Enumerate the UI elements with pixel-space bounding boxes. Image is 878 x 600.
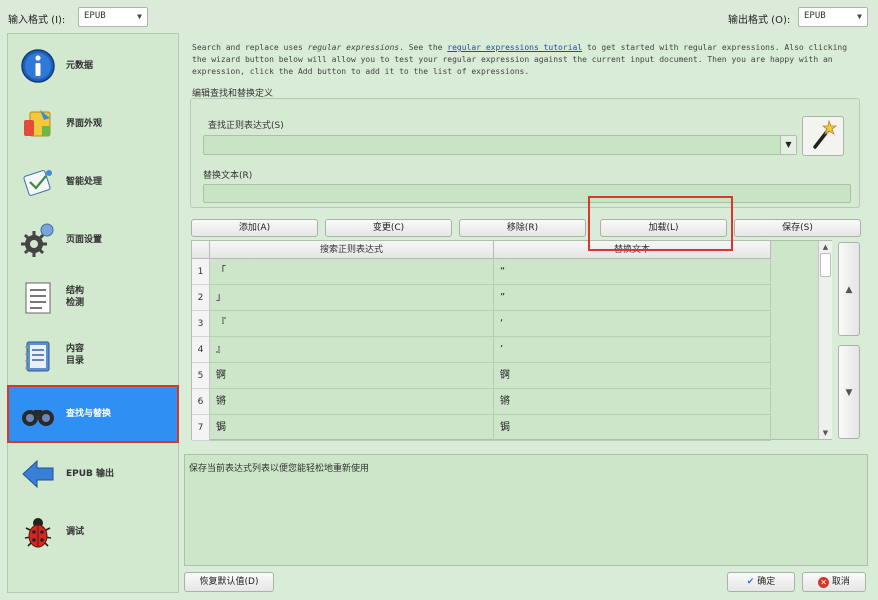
triangle-up-icon: ▲ — [845, 285, 853, 295]
row-number: 1 — [192, 259, 210, 285]
scroll-down-icon[interactable]: ▼ — [819, 427, 832, 439]
replace-label: 替换文本(R) — [203, 171, 253, 181]
replace-cell[interactable]: ’ — [494, 337, 771, 363]
search-cell[interactable]: 「 — [210, 259, 494, 285]
sidebar-item-label: 结构 检测 — [66, 286, 85, 308]
sidebar-item-heuristic[interactable]: 智能处理 — [8, 154, 178, 210]
output-format-label: 输出格式 (O): — [728, 15, 791, 26]
sidebar-item-label: 页面设置 — [66, 235, 103, 245]
load-button-highlight — [588, 196, 733, 251]
regex-label: 查找正则表达式(S) — [208, 121, 284, 131]
replace-cell[interactable]: 锕 — [494, 363, 771, 389]
expressions-table: 搜索正则表达式 替换文本 1 「 “ 2 」 ” 3 『 ‘ 4 』 ’ 5 锕… — [191, 240, 832, 441]
cancel-button[interactable]: ✕ 取消 — [802, 572, 866, 592]
replace-cell[interactable]: ” — [494, 285, 771, 311]
row-number: 5 — [192, 363, 210, 389]
structure-icon — [25, 282, 51, 314]
sidebar-item-metadata[interactable]: 元数据 — [8, 38, 178, 94]
ok-button[interactable]: ✔ 确定 — [727, 572, 795, 592]
look-and-feel-icon — [24, 110, 51, 137]
add-button[interactable]: 添加(A) — [191, 219, 318, 237]
restore-defaults-button[interactable]: 恢复默认值(D) — [184, 572, 274, 592]
search-cell[interactable]: 锵 — [210, 389, 494, 415]
info-icon — [21, 49, 55, 83]
sidebar-item-label: 查找与替换 — [66, 409, 112, 419]
help-text-box: 保存当前表达式列表以便您能轻松地重新使用 — [184, 454, 868, 566]
row-number: 7 — [192, 415, 210, 441]
sidebar: 元数据 界面外观 智能处理 页面设置 结构 检测 内容 目录 查找与替换 EPU… — [7, 33, 179, 593]
move-up-button[interactable]: ▲ — [838, 242, 860, 336]
sidebar-item-label: 调试 — [66, 527, 85, 537]
ok-label: 确定 — [757, 577, 776, 587]
sidebar-item-label: 智能处理 — [66, 177, 103, 187]
input-format-select[interactable]: EPUB ▼ — [78, 7, 148, 27]
sidebar-item-label: EPUB 输出 — [66, 469, 115, 479]
scroll-up-icon[interactable]: ▲ — [819, 241, 832, 253]
input-format-label: 输入格式 (I): — [8, 15, 66, 26]
toc-icon — [25, 341, 50, 372]
regex-input[interactable]: ▼ — [203, 135, 797, 155]
table-row[interactable]: 6 锵 锵 — [192, 389, 819, 415]
save-button[interactable]: 保存(S) — [734, 219, 861, 237]
help-text: 保存当前表达式列表以便您能轻松地重新使用 — [189, 464, 370, 474]
binoculars-icon — [22, 410, 54, 426]
search-cell[interactable]: 锕 — [210, 363, 494, 389]
sidebar-item-label: 界面外观 — [66, 119, 103, 129]
sidebar-item-label: 元数据 — [66, 61, 94, 71]
triangle-down-icon: ▼ — [845, 388, 853, 398]
row-number: 4 — [192, 337, 210, 363]
row-number: 6 — [192, 389, 210, 415]
chevron-down-icon[interactable]: ▼ — [780, 136, 796, 154]
sidebar-item-epub-output[interactable]: EPUB 输出 — [8, 446, 178, 502]
search-cell[interactable]: 」 — [210, 285, 494, 311]
remove-button[interactable]: 移除(R) — [459, 219, 586, 237]
table-row[interactable]: 4 』 ’ — [192, 337, 819, 363]
table-row[interactable]: 7 锔 锔 — [192, 415, 819, 441]
column-header-search[interactable]: 搜索正则表达式 — [210, 241, 494, 259]
table-row[interactable]: 5 锕 锕 — [192, 363, 819, 389]
sidebar-item-label: 内容 目录 — [66, 344, 85, 366]
row-number: 3 — [192, 311, 210, 337]
sidebar-item-debug[interactable]: 调试 — [8, 504, 178, 560]
output-format-value: EPUB — [804, 11, 826, 21]
sidebar-item-look-and-feel[interactable]: 界面外观 — [8, 96, 178, 152]
description-text: Search and replace uses regular expressi… — [192, 43, 848, 76]
row-number: 2 — [192, 285, 210, 311]
bug-icon — [24, 518, 52, 548]
table-row[interactable]: 3 『 ‘ — [192, 311, 819, 337]
sidebar-item-toc[interactable]: 内容 目录 — [8, 328, 178, 384]
corner-header — [192, 241, 210, 259]
arrow-left-icon — [22, 459, 54, 489]
cancel-icon: ✕ — [818, 577, 830, 588]
wizard-button[interactable] — [802, 116, 844, 156]
wand-icon — [813, 119, 838, 149]
output-format-select[interactable]: EPUB ▼ — [798, 7, 868, 27]
replace-input[interactable] — [203, 184, 851, 203]
search-cell[interactable]: 『 — [210, 311, 494, 337]
search-cell[interactable]: 』 — [210, 337, 494, 363]
heuristic-icon — [23, 170, 52, 196]
replace-cell[interactable]: 锔 — [494, 415, 771, 441]
replace-cell[interactable]: ‘ — [494, 311, 771, 337]
regex-tutorial-link[interactable]: regular expressions tutorial — [447, 43, 582, 52]
table-row[interactable]: 1 「 “ — [192, 259, 819, 285]
table-row[interactable]: 2 」 ” — [192, 285, 819, 311]
table-scrollbar[interactable]: ▲ ▼ — [818, 241, 832, 439]
cancel-label: 取消 — [831, 577, 850, 587]
change-button[interactable]: 变更(C) — [325, 219, 452, 237]
sidebar-item-search-replace[interactable]: 查找与替换 — [7, 385, 179, 443]
replace-cell[interactable]: “ — [494, 259, 771, 285]
scroll-thumb[interactable] — [820, 253, 831, 277]
sidebar-item-structure[interactable]: 结构 检测 — [8, 270, 178, 326]
chevron-down-icon: ▼ — [857, 12, 862, 21]
chevron-down-icon: ▼ — [137, 12, 142, 21]
search-cell[interactable]: 锔 — [210, 415, 494, 441]
replace-cell[interactable]: 锵 — [494, 389, 771, 415]
checkmark-icon: ✔ — [746, 577, 755, 587]
page-setup-icon — [21, 223, 54, 257]
input-format-value: EPUB — [84, 11, 106, 21]
sidebar-item-page-setup[interactable]: 页面设置 — [8, 212, 178, 268]
move-down-button[interactable]: ▼ — [838, 345, 860, 439]
